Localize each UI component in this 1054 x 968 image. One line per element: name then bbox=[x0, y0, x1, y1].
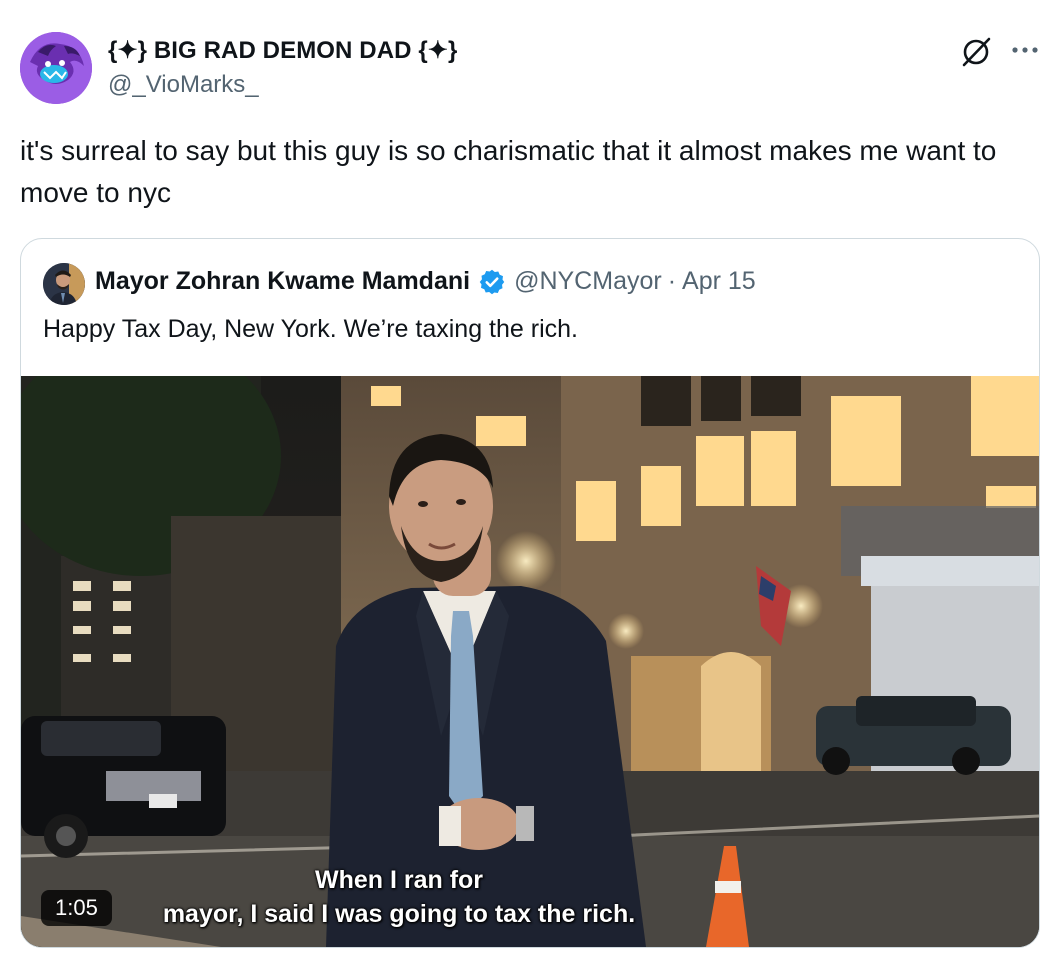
video-caption-line-2: mayor, I said I was going to tax the ric… bbox=[162, 900, 636, 928]
verified-badge-icon bbox=[479, 269, 505, 294]
author-display-name[interactable]: {✦} BIG RAD DEMON DAD {✦} bbox=[108, 36, 457, 65]
quoted-author-avatar[interactable] bbox=[43, 263, 85, 305]
quoted-author-name[interactable]: Mayor Zohran Kwame Mamdani bbox=[95, 267, 470, 296]
mayor-avatar-icon bbox=[43, 263, 85, 305]
quoted-author-handle[interactable]: @NYCMayor bbox=[514, 267, 662, 296]
video-frame-image bbox=[21, 376, 1039, 947]
purple-demon-avatar-icon bbox=[20, 32, 92, 104]
video-player[interactable]: 1:05 When I ran for mayor, I said I was … bbox=[21, 376, 1039, 947]
quoted-tweet-header: Mayor Zohran Kwame Mamdani @NYCMayor · A… bbox=[95, 267, 756, 296]
video-caption-line-1: When I ran for bbox=[314, 866, 484, 894]
author-handle[interactable]: @_VioMarks_ bbox=[108, 71, 259, 99]
grok-icon[interactable] bbox=[958, 34, 994, 70]
header-separator: · bbox=[667, 267, 677, 295]
quoted-tweet-card[interactable]: Mayor Zohran Kwame Mamdani @NYCMayor · A… bbox=[20, 238, 1040, 948]
author-avatar[interactable] bbox=[20, 32, 92, 104]
quoted-tweet-text: Happy Tax Day, New York. We’re taxing th… bbox=[43, 315, 578, 343]
tweet-text: it's surreal to say but this guy is so c… bbox=[20, 135, 997, 208]
quoted-tweet-date[interactable]: Apr 15 bbox=[682, 267, 756, 296]
more-dots-icon[interactable] bbox=[1010, 40, 1040, 60]
